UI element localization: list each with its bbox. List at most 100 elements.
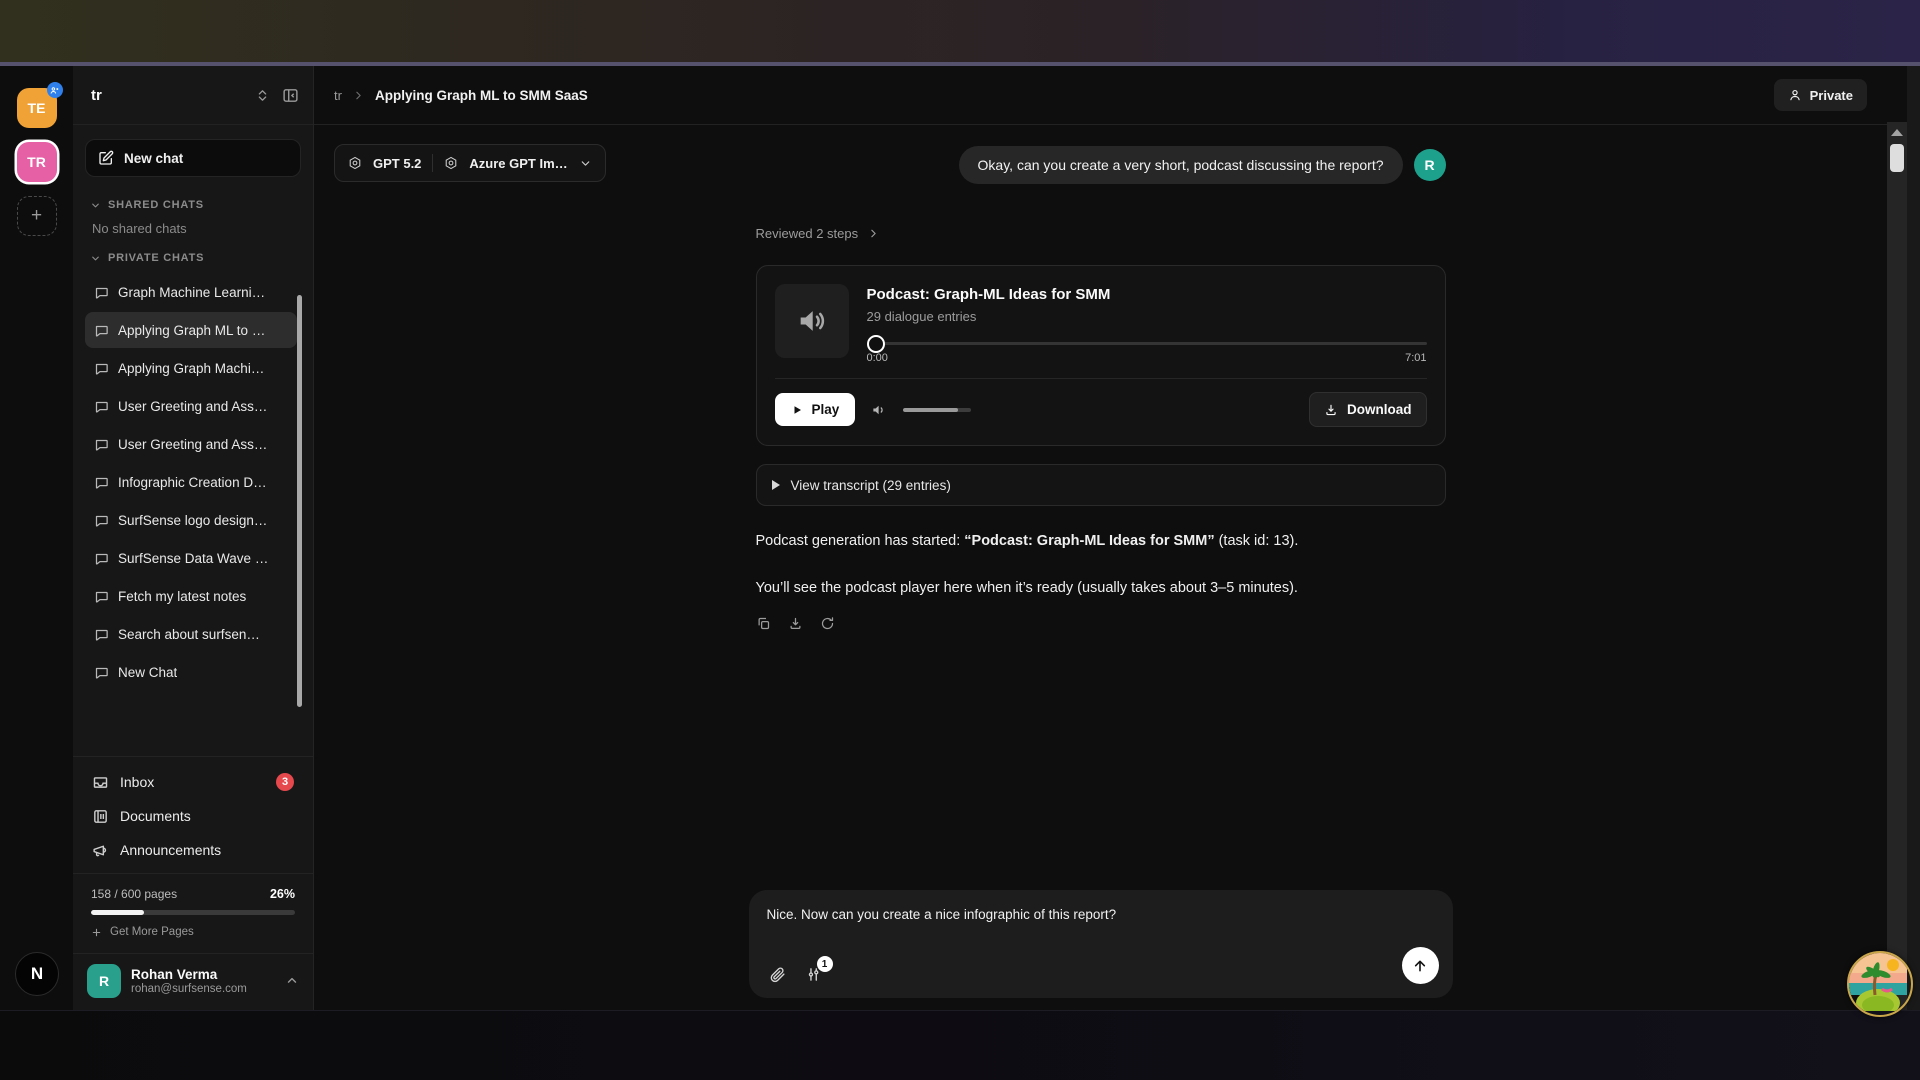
message-composer[interactable]: Nice. Now can you create a nice infograp… — [749, 890, 1453, 998]
person-icon — [1788, 88, 1802, 102]
chat-list-item[interactable]: Applying Graph Machi… — [85, 350, 297, 386]
podcast-current-time: 0:00 — [867, 352, 888, 364]
island-sticker-icon[interactable] — [1847, 951, 1913, 1017]
chevron-up-icon — [285, 974, 299, 988]
chat-list-item[interactable]: Fetch my latest notes — [85, 578, 297, 614]
regenerate-icon[interactable] — [820, 616, 835, 631]
screen: TE TR + N tr — [0, 0, 1920, 1080]
assistant-message-1: Podcast generation has started: “Podcast… — [756, 531, 1446, 553]
model-selector[interactable]: GPT 5.2 Azure GPT Im… — [334, 144, 606, 182]
seek-slider-thumb[interactable] — [867, 335, 885, 353]
private-chats-section-toggle[interactable]: PRIVATE CHATS — [73, 238, 313, 268]
assistant-message-2: You’ll see the podcast player here when … — [756, 578, 1446, 600]
user-message-bubble: Okay, can you create a very short, podca… — [959, 146, 1403, 184]
attach-file-icon[interactable] — [769, 966, 786, 983]
chat-column: Okay, can you create a very short, podca… — [756, 125, 1446, 631]
sidebar-item-inbox[interactable]: Inbox 3 — [85, 765, 301, 799]
message-actions — [756, 616, 1446, 631]
chevron-right-icon — [352, 89, 365, 102]
chevron-down-icon — [579, 157, 592, 170]
get-more-pages-button[interactable]: Get More Pages — [91, 926, 295, 938]
documents-icon — [92, 808, 109, 825]
sidebar-bottom-nav: Inbox 3 Documents Announcements — [73, 756, 313, 873]
usage-meter: 158 / 600 pages 26% Get More Pages — [73, 873, 313, 944]
sidebar-item-announcements[interactable]: Announcements — [85, 833, 301, 867]
sidebar-item-documents[interactable]: Documents — [85, 799, 301, 833]
copy-icon[interactable] — [756, 616, 771, 631]
chat-list-item[interactable]: Graph Machine Learni… — [85, 274, 297, 310]
user-avatar: R — [87, 964, 121, 998]
podcast-total-time: 7:01 — [1405, 352, 1426, 364]
sidebar-header: tr — [73, 66, 313, 125]
user-menu[interactable]: R Rohan Verma rohan@surfsense.com — [73, 953, 313, 1010]
view-transcript-toggle[interactable]: View transcript (29 entries) — [756, 464, 1446, 506]
user-email: rohan@surfsense.com — [131, 983, 247, 995]
chat-list-item[interactable]: User Greeting and Ass… — [85, 426, 297, 462]
model-icon — [444, 156, 458, 170]
podcast-title: Podcast: Graph-ML Ideas for SMM — [867, 286, 1427, 303]
chat-list-item[interactable]: Infographic Creation D… — [85, 464, 297, 500]
inbox-unread-badge: 3 — [276, 773, 294, 791]
model-primary-label: GPT 5.2 — [373, 156, 421, 171]
usage-progress-fill — [91, 910, 144, 915]
connectors-count-badge: 1 — [817, 956, 833, 972]
scrollbar-track[interactable] — [1887, 122, 1907, 1010]
main-panel: tr Applying Graph ML to SMM SaaS Private… — [314, 66, 1887, 1010]
breadcrumb-chat-title: Applying Graph ML to SMM SaaS — [375, 88, 588, 103]
podcast-seek-slider[interactable] — [867, 335, 1427, 351]
volume-icon[interactable] — [870, 401, 888, 419]
chat-list-item[interactable]: Search about surfsen… — [85, 616, 297, 652]
n-app-logo[interactable]: N — [15, 952, 59, 996]
shared-chats-section-toggle[interactable]: SHARED CHATS — [73, 185, 313, 215]
desktop-bottom-band — [0, 1010, 1920, 1080]
chat-list-item[interactable]: SurfSense logo design… — [85, 502, 297, 538]
page-scrollbar — [1887, 66, 1907, 1010]
speaker-icon — [795, 304, 829, 338]
chat-bubble-icon — [94, 551, 109, 566]
pages-used-text: 158 / 600 pages — [91, 887, 177, 901]
sidebar: tr New chat SHARED CHATS No shared chats — [73, 66, 314, 1010]
sidebar-scrollbar-thumb[interactable] — [297, 295, 302, 707]
chat-scroll-area: Okay, can you create a very short, podca… — [314, 125, 1887, 1010]
workspace-te-label: TE — [28, 100, 46, 116]
download-button[interactable]: Download — [1309, 392, 1427, 427]
play-button[interactable]: Play — [775, 393, 856, 426]
private-chat-list: Graph Machine Learni… Applying Graph ML … — [73, 268, 313, 692]
new-chat-button[interactable]: New chat — [85, 139, 301, 177]
chat-bubble-icon — [94, 399, 109, 414]
chat-bubble-icon — [94, 589, 109, 604]
workspace-switcher-icon[interactable] — [255, 88, 270, 103]
chat-bubble-icon — [94, 361, 109, 376]
model-icon — [348, 156, 362, 170]
composer-draft-text[interactable]: Nice. Now can you create a nice infograp… — [767, 907, 1435, 922]
collapse-sidebar-icon[interactable] — [282, 87, 299, 104]
reviewed-steps-toggle[interactable]: Reviewed 2 steps — [756, 226, 1446, 241]
podcast-subtitle: 29 dialogue entries — [867, 309, 1427, 324]
chat-bubble-icon — [94, 665, 109, 680]
scroll-up-arrow-icon[interactable] — [1891, 129, 1903, 136]
chat-list-item[interactable]: SurfSense Data Wave … — [85, 540, 297, 576]
download-icon[interactable] — [788, 616, 803, 631]
pages-percent-text: 26% — [270, 887, 295, 901]
window-edge — [1907, 66, 1920, 1010]
send-button[interactable] — [1402, 947, 1439, 984]
compose-icon — [98, 150, 114, 166]
connectors-icon[interactable]: 1 — [806, 966, 823, 983]
chat-list-item[interactable]: Applying Graph ML to … — [85, 312, 297, 348]
volume-slider[interactable] — [903, 408, 971, 412]
workspace-rail: TE TR + N — [0, 66, 73, 1010]
workspace-tr[interactable]: TR — [17, 142, 57, 182]
podcast-artwork-tile — [775, 284, 849, 358]
add-workspace-button[interactable]: + — [17, 196, 57, 236]
chat-list-item[interactable]: New Chat — [85, 654, 297, 690]
workspace-te[interactable]: TE — [17, 88, 57, 128]
breadcrumb-workspace[interactable]: tr — [334, 88, 342, 103]
chat-bubble-icon — [94, 285, 109, 300]
plus-icon: + — [31, 205, 42, 227]
desktop-top-band — [0, 0, 1920, 66]
no-shared-chats-text: No shared chats — [73, 215, 313, 238]
triangle-right-icon — [772, 480, 780, 490]
scrollbar-thumb[interactable] — [1890, 144, 1904, 172]
visibility-private-button[interactable]: Private — [1774, 79, 1867, 111]
chat-list-item[interactable]: User Greeting and Ass… — [85, 388, 297, 424]
